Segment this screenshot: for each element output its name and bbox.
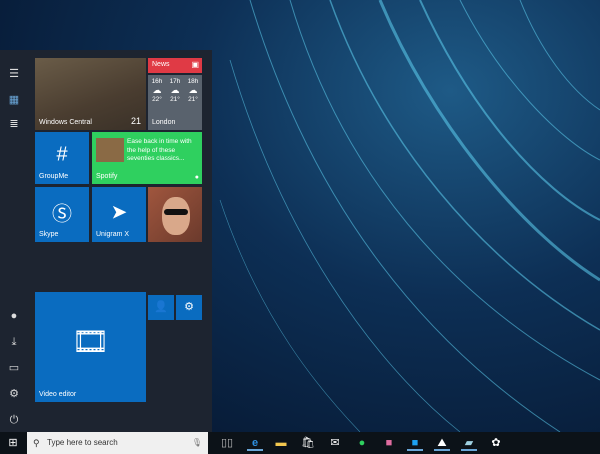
tile-label: Video editor [39,391,77,398]
notepad-icon[interactable]: ▰ [461,435,477,451]
tile-feedback[interactable]: 👤 [148,295,174,320]
downloads-icon[interactable]: ⤓ [6,334,22,350]
windows-start-icon[interactable]: ⊞ [5,435,21,451]
tile-people-photo[interactable] [148,187,202,242]
file-explorer-icon[interactable]: ▬ [273,435,289,451]
app-icon[interactable]: ✿ [488,435,504,451]
tile-settings[interactable]: ⚙ [176,295,202,320]
tile-label: Skype [39,231,59,238]
tile-news[interactable]: News ▣ [148,58,202,73]
tile-unigram[interactable]: ➤ Unigram X [92,187,146,242]
spotify-icon: ● [194,174,199,181]
photos-icon[interactable]: ⛰ [434,435,450,451]
sunglasses [164,209,188,215]
search-placeholder: Type here to search [47,438,118,447]
tile-label: London [152,119,176,126]
spotify-text: Ease back in time with the help of these… [127,138,192,162]
pictures-icon[interactable]: ▭ [6,360,22,376]
tile-weather[interactable]: 16h ☁ 22° 17h ☁ 21° 18h ☁ 21° London [148,75,202,130]
tile-windows-central[interactable]: Windows Central 21 [35,58,146,130]
cloud-icon: ☁ [152,85,162,95]
forecast-hour: 17h ☁ 21° [169,78,181,103]
all-apps-list-icon[interactable]: ≣ [6,116,22,132]
tile-label: Spotify [96,173,118,180]
start-rail: ☰ ▦ ≣ ● ⤓ ▭ ⚙ ⏻ [0,50,28,432]
pink-app-icon[interactable]: ■ [381,435,397,451]
start-menu: ☰ ▦ ≣ ● ⤓ ▭ ⚙ ⏻ Windows Central 21 News … [0,50,212,432]
power-icon[interactable]: ⏻ [6,412,22,428]
taskbar: ⊞ ⚲ Type here to search 🎙 ▯▯ e ▬ 🛍 ✉ ● ■… [0,432,600,454]
news-icon: ▣ [191,60,199,69]
tile-label: Unigram X [96,231,130,238]
skype-icon: Ⓢ [52,203,72,226]
tile-label: GroupMe [39,173,69,180]
store-icon[interactable]: 🛍 [300,435,316,451]
cloud-icon: ☁ [188,85,198,95]
tile-label: Windows Central [39,119,92,126]
microphone-icon[interactable]: 🎙 [192,432,202,454]
settings-icon[interactable]: ⚙ [6,386,22,402]
feedback-icon: 👤 [154,301,168,313]
search-input[interactable]: ⚲ Type here to search 🎙 [27,432,208,454]
person-photo [162,197,190,235]
spotify-icon[interactable]: ● [354,435,370,451]
forecast-hour: 16h ☁ 22° [151,78,163,103]
task-view-icon[interactable]: ▯▯ [219,435,235,451]
cloud-icon: ☁ [170,85,180,95]
tile-label: News [152,61,170,68]
search-icon: ⚲ [33,438,40,448]
tile-skype[interactable]: Ⓢ Skype [35,187,89,242]
user-avatar-icon[interactable]: ● [6,308,22,324]
telegram-icon: ➤ [110,201,128,224]
hamburger-menu-icon[interactable]: ☰ [6,66,22,82]
gear-icon: ⚙ [184,301,194,313]
video-editor-icon: 🎞 [71,325,110,358]
mail-icon[interactable]: ✉ [327,435,343,451]
news-count: 21 [130,116,141,126]
album-art [96,138,124,162]
groupme-icon: # [56,143,68,166]
tiles-view-icon[interactable]: ▦ [6,92,22,108]
edge-icon[interactable]: e [247,435,263,451]
tile-video-editor[interactable]: 🎞 Video editor [35,292,146,402]
tile-spotify[interactable]: Ease back in time with the help of these… [92,132,202,184]
tile-groupme[interactable]: # GroupMe [35,132,89,184]
forecast-hour: 18h ☁ 21° [187,78,199,103]
twitter-icon[interactable]: ■ [407,435,423,451]
